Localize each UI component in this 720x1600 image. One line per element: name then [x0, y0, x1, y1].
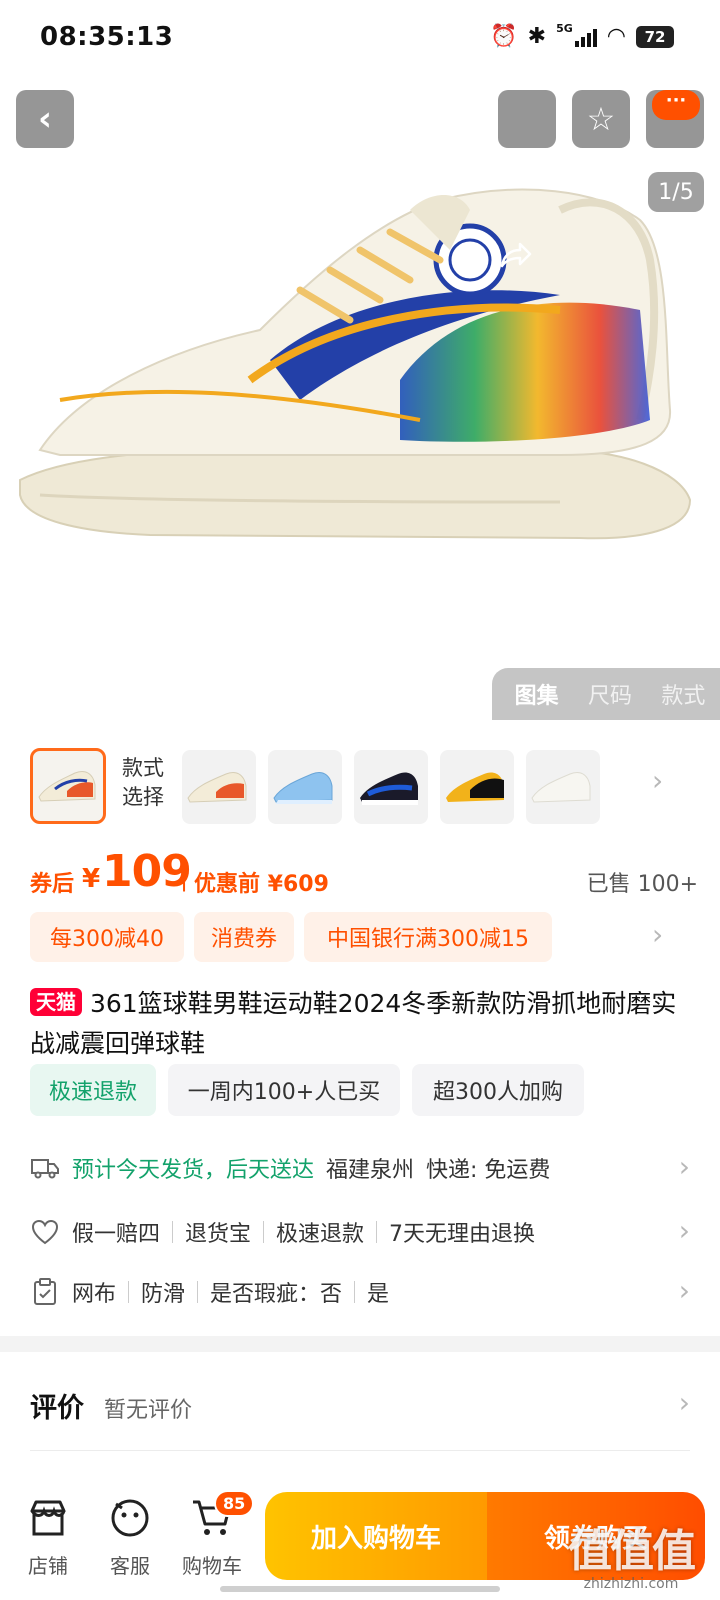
ship-origin: 福建泉州 — [326, 1158, 415, 1183]
tab-style[interactable]: 款式 — [661, 678, 705, 710]
promo-tag[interactable]: 每300减40 — [30, 912, 184, 962]
bluetooth-icon: ✱ — [527, 24, 547, 49]
status-icons: ⏰ ✱ 5G ◠ 72 — [490, 22, 674, 49]
store-label: 店铺 — [28, 1554, 68, 1578]
battery-icon: 72 — [636, 25, 674, 48]
share-icon — [500, 242, 532, 268]
price-value: 109 — [102, 846, 192, 897]
product-title-block: 天猫 361篮球鞋男鞋运动鞋2024冬季新款防滑抓地耐磨实战减震回弹球鞋 — [30, 984, 690, 1064]
chevron-right-icon[interactable]: › — [679, 1150, 690, 1183]
attribute-item: 是否瑕疵：否 — [210, 1282, 343, 1307]
cart-label: 购物车 — [182, 1554, 242, 1578]
share-button[interactable] — [498, 90, 556, 268]
style-selector[interactable]: 款式选择 › — [30, 748, 720, 828]
store-icon — [12, 1494, 84, 1542]
section-divider — [0, 1336, 720, 1352]
shipping-row[interactable]: 预计今天发货，后天送达 福建泉州 快递: 免运费 › — [30, 1146, 690, 1190]
divider — [376, 1221, 378, 1243]
product-image — [19, 188, 692, 540]
gallery-tabs: 图集 尺码 款式 — [492, 668, 720, 720]
attribute-item: 防滑 — [141, 1282, 186, 1307]
divider — [197, 1281, 199, 1303]
promo-tag[interactable]: 中国银行满300减15 — [304, 912, 552, 962]
more-badge: ··· — [652, 90, 700, 120]
signal-icon — [574, 27, 597, 47]
cart-button[interactable]: 85 购物车 — [176, 1490, 255, 1584]
style-thumbnail[interactable] — [182, 750, 256, 824]
wifi-icon: ◠ — [606, 24, 626, 49]
back-button[interactable]: ‹ — [16, 90, 74, 148]
product-title: 361篮球鞋男鞋运动鞋2024冬季新款防滑抓地耐磨实战减震回弹球鞋 — [30, 989, 677, 1058]
guarantee-item: 退货宝 — [185, 1222, 252, 1247]
chevron-right-icon[interactable]: › — [679, 1386, 690, 1419]
store-button[interactable]: 店铺 — [12, 1494, 84, 1584]
style-thumbnail-selected[interactable] — [30, 748, 106, 824]
guarantee-item: 假一赔四 — [72, 1222, 161, 1247]
buy-button[interactable]: 领券购买 — [487, 1492, 705, 1580]
sold-count: 已售 100+ — [586, 872, 698, 897]
attributes-row[interactable]: 网布 防滑 是否瑕疵：否 是 › — [30, 1270, 690, 1314]
chevron-right-icon[interactable]: › — [652, 764, 663, 797]
tmall-badge: 天猫 — [30, 988, 82, 1016]
status-bar: 08:35:13 ⏰ ✱ 5G ◠ 72 — [0, 0, 720, 80]
network-type: 5G — [556, 22, 573, 35]
price-separator: | — [180, 864, 189, 892]
chat-face-icon — [94, 1494, 166, 1542]
tab-size[interactable]: 尺码 — [588, 678, 632, 710]
guarantee-item: 7天无理由退换 — [389, 1222, 536, 1247]
tag-weekly-buyers: 一周内100+人已买 — [168, 1064, 400, 1116]
service-label: 客服 — [110, 1554, 150, 1578]
customer-service-button[interactable]: 客服 — [94, 1494, 166, 1584]
review-title: 评价 — [30, 1393, 84, 1424]
cart-count-badge: 85 — [214, 1490, 255, 1517]
guarantee-item: 极速退款 — [276, 1222, 365, 1247]
chevron-right-icon[interactable]: › — [679, 1214, 690, 1247]
clipboard-icon — [30, 1277, 60, 1307]
tab-gallery[interactable]: 图集 — [515, 678, 559, 710]
review-section[interactable]: 评价 暂无评价 › — [30, 1380, 690, 1430]
promotion-row[interactable]: 每300减40 消费券 中国银行满300减15 › — [30, 912, 690, 962]
divider — [354, 1281, 356, 1303]
divider — [30, 1450, 690, 1451]
star-icon: ☆ — [586, 100, 616, 138]
bottom-action-bar: 店铺 客服 85 购物车 加入购物车 领券购买 值值值 zhizhizhi.co… — [0, 1480, 720, 1600]
review-status: 暂无评价 — [104, 1398, 193, 1423]
status-time: 08:35:13 — [40, 22, 174, 52]
price-prefix: 券后 — [30, 872, 75, 897]
style-thumbnail[interactable] — [354, 750, 428, 824]
page-indicator: 1/5 — [648, 172, 704, 212]
favorite-button[interactable]: ☆ — [572, 90, 630, 148]
divider — [172, 1221, 174, 1243]
chevron-left-icon: ‹ — [37, 99, 52, 139]
heart-shield-icon — [30, 1217, 60, 1247]
add-to-cart-button[interactable]: 加入购物车 — [265, 1492, 487, 1580]
style-thumbnail[interactable] — [526, 750, 600, 824]
home-indicator[interactable] — [220, 1586, 500, 1592]
promo-tag[interactable]: 消费券 — [194, 912, 294, 962]
chevron-right-icon[interactable]: › — [652, 918, 663, 951]
original-price: 优惠前 ¥609 — [194, 872, 329, 897]
tag-cart-adds: 超300人加购 — [412, 1064, 584, 1116]
truck-icon — [30, 1153, 60, 1183]
style-selector-label: 款式选择 — [122, 756, 164, 809]
style-thumbnail[interactable] — [440, 750, 514, 824]
tag-fast-refund: 极速退款 — [30, 1064, 156, 1116]
style-thumbnail[interactable] — [268, 750, 342, 824]
attribute-item: 是 — [367, 1282, 390, 1307]
alarm-icon: ⏰ — [490, 24, 518, 49]
divider — [128, 1281, 130, 1303]
more-button[interactable]: ··· — [646, 90, 704, 148]
courier-info: 快递: 免运费 — [426, 1158, 551, 1183]
product-gallery[interactable]: ‹ ☆ ··· 1/5 图集 尺码 款式 — [0, 0, 720, 720]
price-currency: ¥ — [82, 864, 101, 894]
delivery-estimate: 预计今天发货，后天送达 — [72, 1158, 315, 1183]
attribute-item: 网布 — [72, 1282, 117, 1307]
divider — [263, 1221, 265, 1243]
guarantee-row[interactable]: 假一赔四 退货宝 极速退款 7天无理由退换 › — [30, 1210, 690, 1254]
price-row: 券后 ¥ 109 | 优惠前 ¥609 已售 100+ — [30, 846, 698, 902]
chevron-right-icon[interactable]: › — [679, 1274, 690, 1307]
